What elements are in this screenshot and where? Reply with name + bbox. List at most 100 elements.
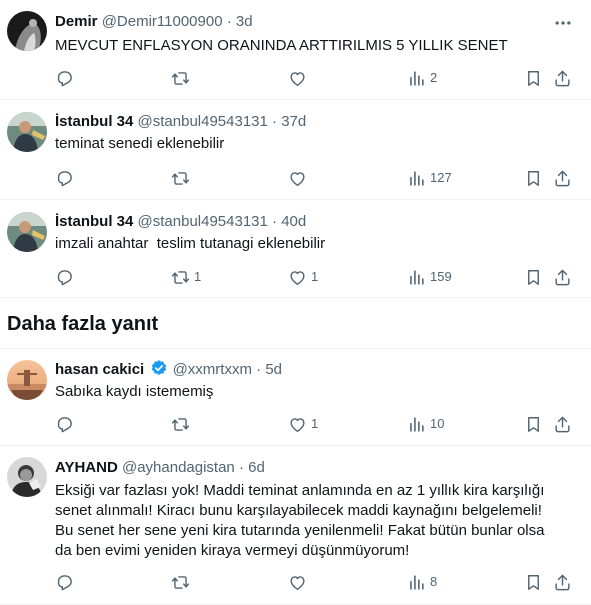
author-handle[interactable]: @stanbul49543131 [138, 213, 268, 230]
like-button[interactable] [288, 167, 311, 189]
avatar[interactable] [7, 112, 47, 152]
author-name[interactable]: hasan cakici [55, 361, 144, 378]
author-handle[interactable]: @ayhandagistan [122, 459, 235, 476]
tweet-header: Demir @Demir11000900 · 3d [55, 12, 253, 32]
views-count: 10 [430, 416, 445, 431]
share-icon [553, 69, 572, 88]
share-icon [553, 573, 572, 592]
views-button[interactable]: 10 [407, 413, 444, 435]
timestamp[interactable]: 5d [265, 361, 282, 378]
tweet-header: hasan cakici @xxmrtxxm · 5d [55, 359, 282, 380]
separator: · [267, 213, 282, 230]
bookmark-icon [524, 573, 543, 592]
views-count: 2 [430, 70, 438, 85]
tweet-header: AYHAND @ayhandagistan · 6d [55, 458, 265, 478]
author-handle[interactable]: @Demir11000900 [102, 13, 223, 30]
views-button[interactable]: 127 [407, 167, 452, 189]
retweet-button[interactable] [171, 67, 194, 89]
separator: · [234, 459, 249, 476]
share-button[interactable] [553, 571, 572, 593]
views-icon [407, 69, 426, 88]
share-button[interactable] [553, 413, 572, 435]
avatar[interactable] [7, 212, 47, 252]
bookmark-button[interactable] [524, 167, 543, 189]
like-button[interactable] [288, 571, 311, 593]
reply-icon [55, 169, 74, 188]
retweet-icon [171, 169, 190, 188]
heart-icon [288, 169, 307, 188]
separator: · [267, 113, 282, 130]
reply-icon [55, 69, 74, 88]
tweet[interactable]: AYHAND @ayhandagistan · 6d Eksiği var fa… [0, 446, 591, 605]
views-icon [407, 573, 426, 592]
avatar[interactable] [7, 11, 47, 51]
retweet-icon [171, 573, 190, 592]
bookmark-button[interactable] [524, 571, 543, 593]
heart-icon [288, 415, 307, 434]
reply-button[interactable] [55, 167, 78, 189]
views-count: 8 [430, 574, 438, 589]
views-button[interactable]: 159 [407, 266, 452, 288]
retweet-button[interactable] [171, 413, 194, 435]
views-button[interactable]: 2 [407, 67, 437, 89]
author-handle[interactable]: @stanbul49543131 [138, 113, 268, 130]
share-icon [553, 169, 572, 188]
tweet-text: Eksiği var fazlası yok! Maddi teminat an… [55, 482, 549, 559]
retweet-button[interactable] [171, 571, 194, 593]
bookmark-icon [524, 169, 543, 188]
bookmark-button[interactable] [524, 67, 543, 89]
like-button[interactable] [288, 67, 311, 89]
share-icon [553, 268, 572, 287]
reply-icon [55, 268, 74, 287]
tweet-header: İstanbul 34 @stanbul49543131 · 37d [55, 112, 306, 132]
reply-button[interactable] [55, 571, 78, 593]
author-name[interactable]: İstanbul 34 [55, 113, 133, 130]
timestamp[interactable]: 6d [248, 459, 265, 476]
like-button[interactable]: 1 [288, 413, 318, 435]
share-button[interactable] [553, 67, 572, 89]
separator: · [251, 361, 266, 378]
share-icon [553, 415, 572, 434]
tweet-text: teminat senedi eklenebilir [55, 135, 225, 152]
avatar[interactable] [7, 360, 47, 400]
tweet-text: imzali anahtar teslim tutanagi eklenebil… [55, 235, 326, 252]
reply-button[interactable] [55, 67, 78, 89]
bookmark-button[interactable] [524, 266, 543, 288]
retweet-button[interactable] [171, 167, 194, 189]
author-name[interactable]: AYHAND [55, 459, 118, 476]
author-handle[interactable]: @xxmrtxxm [173, 361, 252, 378]
author-name[interactable]: İstanbul 34 [55, 213, 133, 230]
tweet-header: İstanbul 34 @stanbul49543131 · 40d [55, 212, 306, 232]
like-button[interactable]: 1 [288, 266, 318, 288]
retweet-button[interactable]: 1 [171, 266, 201, 288]
timestamp[interactable]: 3d [236, 13, 253, 30]
retweet-count: 1 [194, 269, 202, 284]
views-button[interactable]: 8 [407, 571, 437, 593]
bookmark-button[interactable] [524, 413, 543, 435]
heart-icon [288, 573, 307, 592]
bookmark-icon [524, 69, 543, 88]
reply-button[interactable] [55, 413, 78, 435]
share-button[interactable] [553, 266, 572, 288]
retweet-icon [171, 69, 190, 88]
avatar[interactable] [7, 457, 47, 497]
views-icon [407, 268, 426, 287]
retweet-icon [171, 268, 190, 287]
separator: · [222, 13, 236, 30]
tweet[interactable]: Demir @Demir11000900 · 3d MEVCUT ENFLASY… [0, 0, 591, 100]
timestamp[interactable]: 37d [281, 113, 306, 130]
reply-icon [55, 573, 74, 592]
heart-icon [288, 268, 307, 287]
reply-button[interactable] [55, 266, 78, 288]
tweet[interactable]: hasan cakici @xxmrtxxm · 5d Sabıka kaydı… [0, 348, 591, 446]
tweet[interactable]: İstanbul 34 @stanbul49543131 · 40d imzal… [0, 200, 591, 298]
tweet-text: Sabıka kaydı istememiş [55, 383, 214, 400]
timestamp[interactable]: 40d [281, 213, 306, 230]
author-name[interactable]: Demir [55, 13, 98, 30]
share-button[interactable] [553, 167, 572, 189]
like-count: 1 [311, 416, 319, 431]
tweet-actions: 1 1 159 [0, 266, 591, 288]
verified-badge-icon [152, 360, 167, 375]
more-icon[interactable] [553, 13, 573, 33]
tweet[interactable]: İstanbul 34 @stanbul49543131 · 37d temin… [0, 100, 591, 200]
